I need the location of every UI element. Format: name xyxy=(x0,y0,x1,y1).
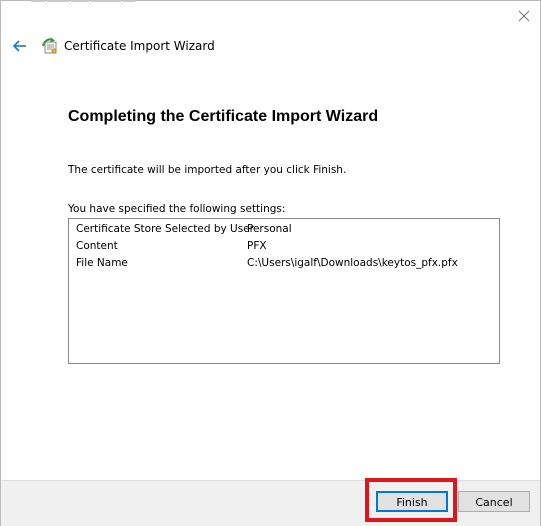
wizard-title: Certificate Import Wizard xyxy=(64,39,215,53)
settings-value: PFX xyxy=(247,240,267,252)
close-button[interactable] xyxy=(516,8,532,24)
back-button[interactable] xyxy=(11,38,29,54)
certificate-import-wizard-dialog: Certificate Import Wizard Completing the… xyxy=(0,0,541,526)
close-icon xyxy=(518,10,530,22)
settings-key: File Name xyxy=(76,257,128,269)
settings-label: You have specified the following setting… xyxy=(68,203,286,215)
page-heading: Completing the Certificate Import Wizard xyxy=(68,108,379,125)
cancel-button[interactable]: Cancel xyxy=(458,491,530,512)
settings-key: Certificate Store Selected by User xyxy=(76,223,254,235)
back-arrow-icon xyxy=(12,40,26,52)
settings-value: Personal xyxy=(247,223,292,235)
settings-key: Content xyxy=(76,240,118,252)
settings-value: C:\Users\igalf\Downloads\keytos_pfx.pfx xyxy=(247,257,458,269)
settings-list[interactable]: Certificate Store Selected by User Perso… xyxy=(68,218,500,364)
finish-button[interactable]: Finish xyxy=(376,491,448,512)
titlebar-remnant xyxy=(31,0,161,4)
intro-text: The certificate will be imported after y… xyxy=(68,164,347,176)
certificate-wizard-icon xyxy=(41,37,59,55)
